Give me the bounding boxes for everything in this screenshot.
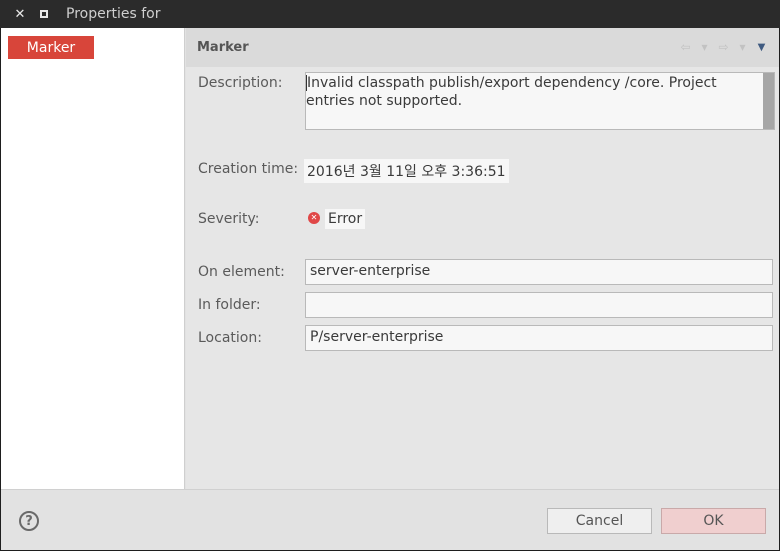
sidebar-item-marker[interactable]: Marker — [8, 36, 94, 59]
page-title: Marker — [197, 40, 249, 55]
sidebar: Marker — [1, 28, 185, 489]
window-title: Properties for — [66, 6, 161, 22]
page-header: Marker ⇦ ▾ ⇨ ▾ ▼ — [186, 28, 779, 67]
close-icon[interactable]: ✕ — [8, 0, 32, 28]
properties-dialog: Marker Marker ⇦ ▾ ⇨ ▾ ▼ Description: Inv… — [1, 28, 779, 550]
location-field[interactable]: P/server-enterprise — [305, 325, 773, 351]
navigation-toolbar: ⇦ ▾ ⇨ ▾ ▼ — [674, 39, 769, 55]
creation-time-value: 2016년 3월 11일 오후 3:36:51 — [304, 159, 509, 183]
location-label: Location: — [198, 330, 262, 346]
in-folder-field[interactable] — [305, 292, 773, 318]
maximize-icon[interactable] — [32, 0, 56, 28]
in-folder-label: In folder: — [198, 297, 261, 313]
help-icon[interactable]: ? — [19, 511, 39, 531]
ok-button[interactable]: OK — [661, 508, 766, 534]
back-menu-icon[interactable]: ▾ — [697, 39, 712, 55]
back-arrow-icon[interactable]: ⇦ — [678, 39, 693, 55]
forward-arrow-icon[interactable]: ⇨ — [716, 39, 731, 55]
on-element-label: On element: — [198, 264, 285, 280]
creation-time-label: Creation time: — [198, 161, 299, 177]
on-element-field[interactable]: server-enterprise — [305, 259, 773, 285]
forward-menu-icon[interactable]: ▾ — [735, 39, 750, 55]
dialog-footer: ? Cancel OK — [1, 489, 779, 550]
description-value: Invalid classpath publish/export depende… — [306, 75, 717, 109]
severity-label: Severity: — [198, 211, 260, 227]
description-field[interactable]: Invalid classpath publish/export depende… — [305, 72, 775, 130]
error-icon: ✕ — [308, 212, 320, 224]
cancel-button[interactable]: Cancel — [547, 508, 652, 534]
description-label: Description: — [198, 75, 283, 91]
main-panel: Marker ⇦ ▾ ⇨ ▾ ▼ Description: Invalid cl… — [186, 28, 779, 489]
view-menu-icon[interactable]: ▼ — [754, 39, 769, 55]
severity-value: Error — [325, 209, 366, 229]
description-scrollbar[interactable] — [763, 73, 774, 129]
title-bar: ✕ Properties for — [0, 0, 780, 28]
